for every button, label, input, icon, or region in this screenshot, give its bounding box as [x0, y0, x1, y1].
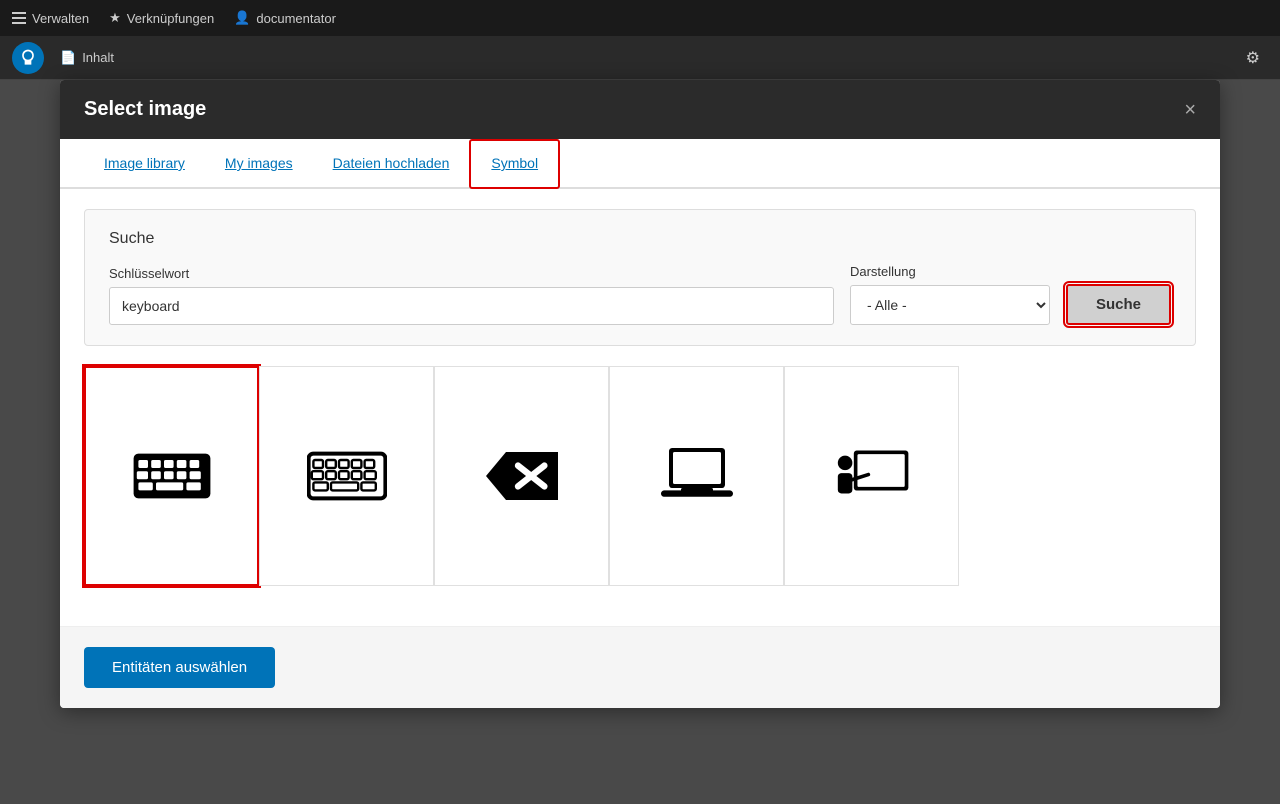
tab-dateien-hochladen[interactable]: Dateien hochladen	[313, 139, 470, 189]
keyboard-outline-icon	[307, 436, 387, 516]
tab-my-images[interactable]: My images	[205, 139, 313, 189]
top-nav: Verwalten ★ Verknüpfungen 👤 documentator	[0, 0, 1280, 36]
star-icon: ★	[109, 10, 121, 26]
keyword-field: Schlüsselwort	[109, 266, 834, 325]
select-image-modal: Select image × Image library My images D…	[60, 80, 1220, 708]
modal-overlay: Select image × Image library My images D…	[0, 80, 1280, 804]
nav-verknuepfungen[interactable]: ★ Verknüpfungen	[109, 10, 214, 26]
search-section: Suche Schlüsselwort Darstellung - Alle -…	[84, 209, 1196, 346]
darstellung-label: Darstellung	[850, 264, 1050, 279]
icon-card-keyboard-full[interactable]	[84, 366, 259, 586]
nav-verknuepfungen-label: Verknüpfungen	[127, 11, 214, 26]
entitaeten-button[interactable]: Entitäten auswählen	[84, 647, 275, 688]
keyword-input[interactable]	[109, 287, 834, 325]
page-icon: 📄	[60, 50, 76, 66]
laptop-icon	[657, 436, 737, 516]
drupal-logo-icon	[18, 48, 38, 68]
suche-button[interactable]: Suche	[1066, 284, 1171, 325]
icon-card-presenter[interactable]	[784, 366, 959, 586]
drupal-logo	[12, 42, 44, 74]
modal-title: Select image	[84, 98, 206, 121]
modal-tabs: Image library My images Dateien hochlade…	[60, 139, 1220, 189]
second-bar: 📄 Inhalt ⚙	[0, 36, 1280, 80]
user-icon: 👤	[234, 10, 250, 26]
second-bar-right: ⚙	[1238, 44, 1268, 72]
modal-body: Suche Schlüsselwort Darstellung - Alle -…	[60, 189, 1220, 626]
second-bar-title: 📄 Inhalt	[60, 50, 114, 66]
search-section-title: Suche	[109, 230, 1171, 248]
darstellung-field: Darstellung - Alle - Flat Outline	[850, 264, 1050, 325]
hamburger-icon	[12, 12, 26, 24]
search-row: Schlüsselwort Darstellung - Alle - Flat …	[109, 264, 1171, 325]
nav-verwalten[interactable]: Verwalten	[12, 11, 89, 26]
tab-symbol[interactable]: Symbol	[469, 139, 560, 189]
nav-documentator[interactable]: 👤 documentator	[234, 10, 336, 26]
nav-documentator-label: documentator	[256, 11, 336, 26]
icon-card-backspace[interactable]	[434, 366, 609, 586]
darstellung-select[interactable]: - Alle - Flat Outline	[850, 285, 1050, 325]
modal-close-button[interactable]: ×	[1184, 100, 1196, 120]
modal-footer: Entitäten auswählen	[60, 626, 1220, 708]
presenter-icon	[832, 436, 912, 516]
modal-header: Select image ×	[60, 80, 1220, 139]
keyword-label: Schlüsselwort	[109, 266, 834, 281]
settings-icon[interactable]: ⚙	[1238, 44, 1268, 72]
tab-image-library[interactable]: Image library	[84, 139, 205, 189]
keyboard-full-icon	[132, 436, 212, 516]
icon-card-laptop[interactable]	[609, 366, 784, 586]
icon-grid	[84, 366, 1196, 586]
icon-card-keyboard-outline[interactable]	[259, 366, 434, 586]
nav-verwalten-label: Verwalten	[32, 11, 89, 26]
backspace-icon	[482, 436, 562, 516]
